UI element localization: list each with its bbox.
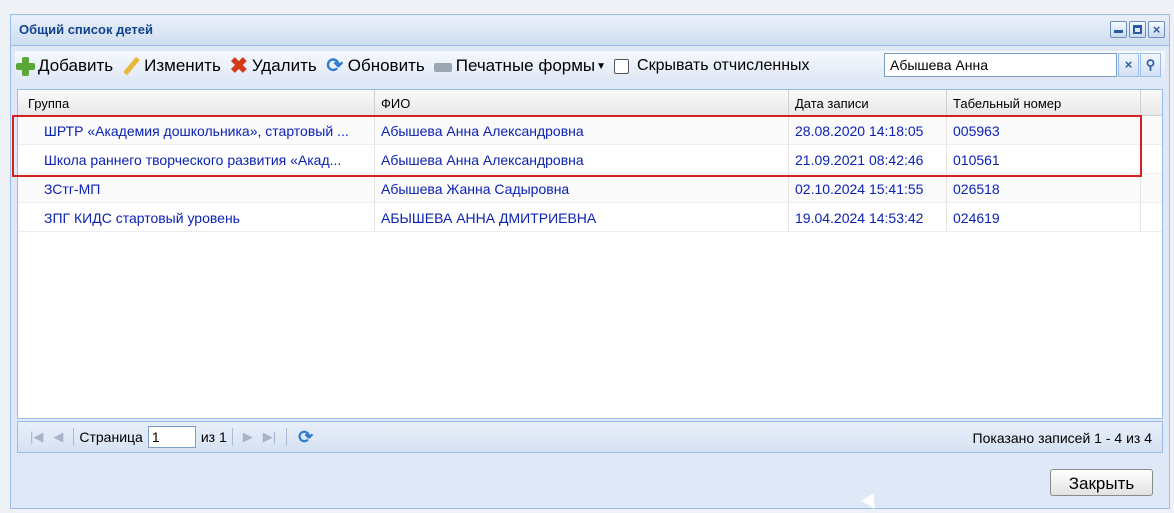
cell-name[interactable]: АБЫШЕВА АННА ДМИТРИЕВНА [375, 203, 789, 231]
delete-icon: ✖ [229, 53, 249, 78]
hide-expelled-checkbox[interactable] [614, 58, 630, 74]
edit-button[interactable]: Изменить [121, 56, 221, 76]
hide-expelled-label: Скрывать отчисленных [637, 57, 810, 74]
last-page-icon[interactable]: ▶| [263, 429, 276, 445]
minimize-icon[interactable] [1110, 21, 1127, 38]
print-forms-label: Печатные формы [455, 56, 596, 75]
column-header-name[interactable]: ФИО [375, 90, 789, 115]
clear-search-icon[interactable]: × [1118, 53, 1139, 77]
cell-date[interactable]: 02.10.2024 15:41:55 [789, 174, 947, 202]
refresh-button-label: Обновить [347, 56, 425, 75]
records-info: Показано записей 1 - 4 из 4 [972, 430, 1152, 446]
hide-expelled-toggle[interactable]: Скрывать отчисленных [614, 57, 810, 75]
window-tools: × [1110, 21, 1165, 38]
close-icon[interactable]: × [1148, 21, 1165, 38]
page-count-label: из 1 [200, 429, 227, 445]
printer-icon [433, 56, 453, 76]
cell-number[interactable]: 026518 [947, 174, 1141, 202]
cell-group[interactable]: ЗСтг-МП [18, 174, 375, 202]
close-button[interactable]: Закрыть [1050, 469, 1153, 496]
cell-group[interactable]: ЗПГ КИДС стартовый уровень [18, 203, 375, 231]
column-header-number[interactable]: Табельный номер [947, 90, 1141, 115]
pencil-icon [121, 56, 141, 76]
print-forms-button[interactable]: Печатные формы ▼ [433, 56, 606, 76]
cell-name[interactable]: Абышева Жанна Садыровна [375, 174, 789, 202]
pager-separator [73, 428, 75, 446]
add-button-label: Добавить [38, 56, 114, 75]
highlight-box [12, 115, 1142, 177]
table-row[interactable]: ЗПГ КИДС стартовый уровень АБЫШЕВА АННА … [18, 203, 1162, 232]
edit-button-label: Изменить [144, 56, 221, 75]
grid-header: Группа ФИО Дата записи Табельный номер [18, 90, 1162, 116]
page-label: Страница [79, 429, 143, 445]
pager-separator [286, 428, 288, 446]
search-area: × ⚲ [884, 53, 1161, 77]
plus-icon [15, 56, 35, 76]
column-header-group[interactable]: Группа [18, 90, 375, 115]
pagination-bar: |◀ ◀ Страница из 1 ▶ ▶| ⟳ Показано запис… [17, 421, 1163, 453]
toolbar: Добавить Изменить ✖ Удалить ⟳ Обновить П… [15, 51, 1165, 81]
search-input[interactable] [884, 53, 1117, 77]
table-row[interactable]: ЗСтг-МП Абышева Жанна Садыровна 02.10.20… [18, 174, 1162, 203]
column-header-date[interactable]: Дата записи [789, 90, 947, 115]
cell-number[interactable]: 024619 [947, 203, 1141, 231]
first-page-icon[interactable]: |◀ [30, 429, 43, 445]
maximize-icon[interactable] [1129, 21, 1146, 38]
add-button[interactable]: Добавить [15, 56, 113, 76]
delete-button-label: Удалить [251, 56, 317, 75]
page-number-input[interactable] [147, 426, 196, 448]
window-title: Общий список детей [19, 22, 153, 37]
children-list-window: Общий список детей × Добавить Изменить ✖… [10, 14, 1170, 509]
pager-separator [231, 428, 233, 446]
refresh-icon[interactable]: ⟳ [298, 427, 313, 448]
refresh-button[interactable]: ⟳ Обновить [325, 55, 425, 77]
prev-page-icon[interactable]: ◀ [53, 429, 63, 445]
next-page-icon[interactable]: ▶ [243, 429, 253, 445]
delete-button[interactable]: ✖ Удалить [229, 53, 317, 78]
caret-down-icon: ▼ [596, 60, 607, 72]
cell-date[interactable]: 19.04.2024 14:53:42 [789, 203, 947, 231]
window-titlebar: Общий список детей × [11, 15, 1169, 46]
search-icon[interactable]: ⚲ [1140, 53, 1161, 77]
refresh-icon: ⟳ [326, 55, 344, 77]
